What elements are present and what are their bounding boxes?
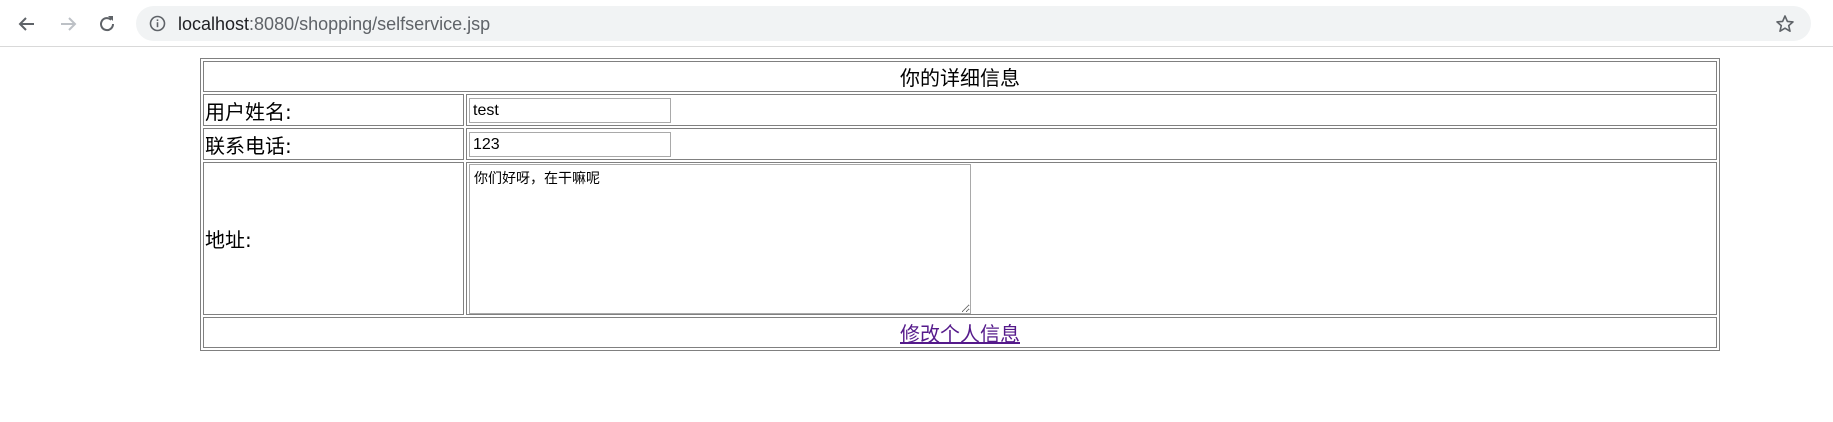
address-label: 地址: xyxy=(203,162,464,315)
username-input[interactable] xyxy=(469,98,671,123)
address-bar[interactable]: localhost:8080/shopping/selfservice.jsp xyxy=(136,6,1811,41)
address-textarea[interactable]: 你们好呀，在干嘛呢 xyxy=(469,163,971,314)
user-detail-table: 你的详细信息 用户姓名: 联系电话: 地址: 你们好呀，在干嘛呢 修改个人信息 xyxy=(200,58,1720,351)
back-button[interactable] xyxy=(14,11,40,37)
username-row: 用户姓名: xyxy=(203,94,1717,126)
title-row: 你的详细信息 xyxy=(203,61,1717,92)
url-text[interactable]: localhost:8080/shopping/selfservice.jsp xyxy=(178,14,490,34)
phone-row: 联系电话: xyxy=(203,128,1717,160)
url-host: localhost xyxy=(178,14,250,34)
address-cell: 你们好呀，在干嘛呢 xyxy=(466,162,1717,315)
reload-button[interactable] xyxy=(94,11,120,37)
back-arrow-icon xyxy=(18,17,34,31)
url-path: :8080/shopping/selfservice.jsp xyxy=(249,14,491,34)
phone-cell xyxy=(466,128,1717,160)
username-cell xyxy=(466,94,1717,126)
username-label: 用户姓名: xyxy=(203,94,464,126)
link-row: 修改个人信息 xyxy=(203,317,1717,348)
edit-profile-link[interactable]: 修改个人信息 xyxy=(900,322,1020,346)
star-icon[interactable] xyxy=(1775,14,1795,34)
forward-button[interactable] xyxy=(55,11,81,37)
browser-toolbar: localhost:8080/shopping/selfservice.jsp xyxy=(0,0,1833,47)
info-icon[interactable] xyxy=(149,15,166,32)
table-title: 你的详细信息 xyxy=(203,61,1717,92)
phone-input[interactable] xyxy=(469,132,671,157)
link-cell: 修改个人信息 xyxy=(203,317,1717,348)
reload-icon xyxy=(100,16,115,32)
address-row: 地址: 你们好呀，在干嘛呢 xyxy=(203,162,1717,315)
phone-label: 联系电话: xyxy=(203,128,464,160)
forward-arrow-icon xyxy=(61,17,77,31)
